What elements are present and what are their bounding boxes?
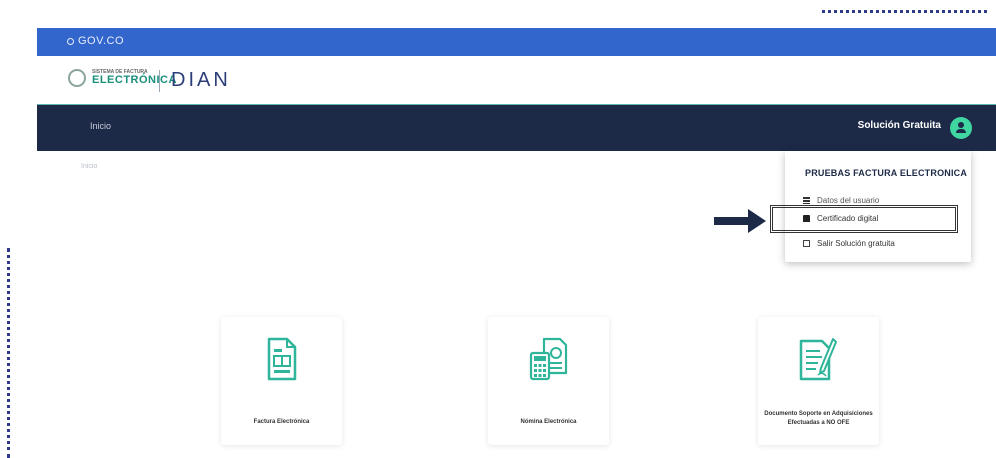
pointer-arrow-icon xyxy=(714,209,766,233)
card-label: Documento Soporte en Adquisiciones Efect… xyxy=(764,411,873,426)
exit-icon xyxy=(803,240,810,247)
nav-inicio-link[interactable]: Inicio xyxy=(90,121,111,131)
logo-divider xyxy=(159,70,160,92)
card-label: Factura Electrónica xyxy=(253,419,310,425)
decorative-dotted-line-top xyxy=(822,10,987,17)
card-label: Nómina Electrónica xyxy=(520,419,577,425)
menu-item-salir[interactable]: Salir Solución gratuita xyxy=(803,239,895,248)
card-factura-electronica[interactable]: Factura Electrónica xyxy=(221,317,342,445)
document-pen-icon xyxy=(799,338,837,381)
menu-item-datos-usuario[interactable]: Datos del usuario xyxy=(803,196,879,205)
decorative-dotted-line-left xyxy=(7,248,13,458)
seal-icon xyxy=(68,69,86,87)
app-window: GOV.CO SISTEMA DE FACTURA ELECTRÓNICA DI… xyxy=(37,28,996,457)
user-menu-label[interactable]: Solución Gratuita xyxy=(858,120,941,131)
gov-dot-icon xyxy=(67,38,74,45)
breadcrumb[interactable]: Inicio xyxy=(81,163,97,170)
menu-item-label: Datos del usuario xyxy=(817,196,880,205)
card-nomina-electronica[interactable]: Nómina Electrónica xyxy=(488,317,609,445)
gov-logo-text: GOV.CO xyxy=(78,35,124,47)
gov-bar: GOV.CO xyxy=(37,28,996,56)
dian-logo[interactable]: DIAN xyxy=(171,69,231,92)
list-icon xyxy=(803,197,810,204)
fe-logo-big: ELECTRÓNICA xyxy=(92,74,177,86)
gov-logo[interactable]: GOV.CO xyxy=(67,35,124,47)
highlight-box xyxy=(770,205,958,233)
invoice-icon xyxy=(267,337,297,381)
menu-item-label: Salir Solución gratuita xyxy=(817,239,895,248)
brand-header: SISTEMA DE FACTURA ELECTRÓNICA DIAN xyxy=(37,56,996,106)
user-avatar-button[interactable] xyxy=(950,117,972,139)
dropdown-title: PRUEBAS FACTURA ELECTRONICA xyxy=(805,168,968,178)
factura-electronica-logo[interactable]: SISTEMA DE FACTURA ELECTRÓNICA xyxy=(68,69,177,87)
main-nav: Inicio Solución Gratuita xyxy=(37,105,996,151)
payroll-calculator-icon xyxy=(529,337,568,381)
card-documento-soporte[interactable]: Documento Soporte en Adquisiciones Efect… xyxy=(758,317,879,445)
